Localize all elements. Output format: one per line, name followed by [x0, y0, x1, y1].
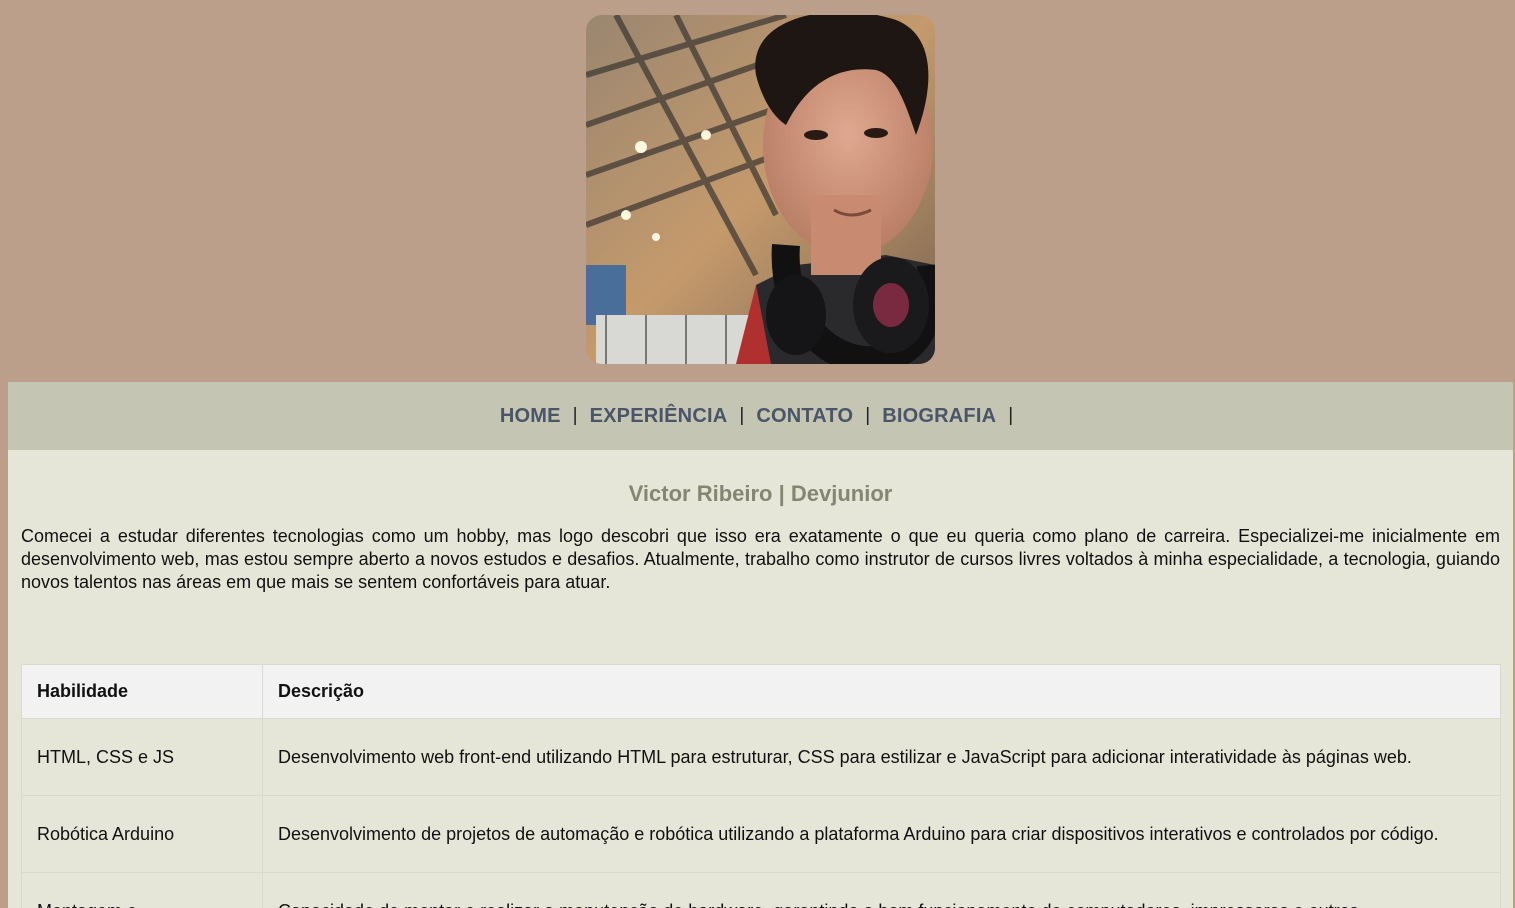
nav-link-experiencia[interactable]: EXPERIÊNCIA: [590, 405, 728, 428]
profile-photo-image: [586, 15, 935, 364]
table-row: Montagem e Capacidade de montar e realiz…: [21, 872, 1501, 908]
nav-link-biografia[interactable]: BIOGRAFIA: [882, 405, 996, 428]
bio-paragraph: Comecei a estudar diferentes tecnologias…: [21, 526, 1500, 592]
nav-link-home[interactable]: HOME: [500, 405, 561, 428]
main-content: HOME | EXPERIÊNCIA | CONTATO | BIOGRAFIA…: [8, 382, 1513, 908]
description-cell: Desenvolvimento de projetos de automação…: [262, 795, 1501, 873]
skill-cell: Montagem e: [21, 872, 263, 908]
nav-separator: |: [1008, 405, 1014, 426]
nav-separator: |: [865, 405, 871, 426]
skills-table: Habilidade Descrição HTML, CSS e JS Dese…: [21, 664, 1501, 908]
page-title: Victor Ribeiro | Devjunior: [628, 481, 893, 506]
description-cell: Capacidade de montar e realizar a manute…: [262, 872, 1501, 908]
profile-photo: [586, 15, 935, 364]
header-descricao: Descrição: [262, 664, 1501, 719]
header-habilidade: Habilidade: [21, 664, 263, 719]
nav-separator: |: [572, 405, 578, 426]
skill-cell: Robótica Arduino: [21, 795, 263, 873]
skill-cell: HTML, CSS e JS: [21, 718, 263, 796]
table-header-row: Habilidade Descrição: [21, 664, 1501, 719]
main-nav: HOME | EXPERIÊNCIA | CONTATO | BIOGRAFIA…: [8, 382, 1513, 450]
description-cell: Desenvolvimento web front-end utilizando…: [262, 718, 1501, 796]
nav-separator: |: [739, 405, 745, 426]
nav-link-contato[interactable]: CONTATO: [756, 405, 853, 428]
table-row: Robótica Arduino Desenvolvimento de proj…: [21, 795, 1501, 873]
table-row: HTML, CSS e JS Desenvolvimento web front…: [21, 718, 1501, 796]
